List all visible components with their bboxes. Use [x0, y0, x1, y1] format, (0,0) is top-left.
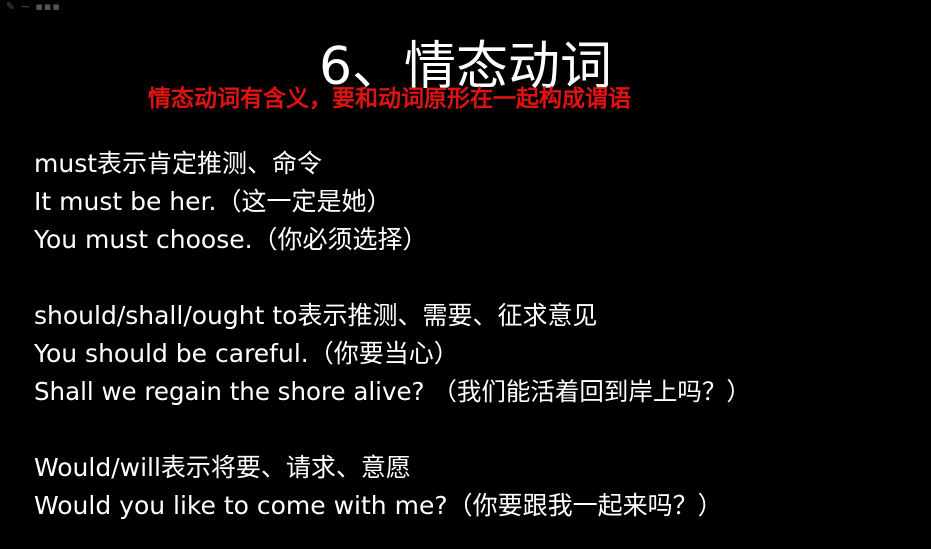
content-body: must表示肯定推测、命令 It must be her.（这一定是她） You…: [34, 145, 924, 525]
section-heading: must表示肯定推测、命令: [34, 149, 323, 178]
section-should-shall: should/shall/ought to表示推测、需要、征求意见 You sh…: [34, 297, 924, 411]
section-heading: should/shall/ought to表示推测、需要、征求意见: [34, 301, 598, 330]
section-must: must表示肯定推测、命令 It must be her.（这一定是她） You…: [34, 145, 924, 259]
example-sentence: Shall we regain the shore alive? （我们能活着回…: [34, 377, 751, 406]
example-sentence: You must choose.（你必须选择）: [34, 225, 428, 254]
example-sentence: It must be her.（这一定是她）: [34, 187, 392, 216]
example-sentence: You should be careful.（你要当心）: [34, 339, 459, 368]
section-heading: Would/will表示将要、请求、意愿: [34, 453, 411, 482]
example-sentence: Would you like to come with me?（你要跟我一起来吗…: [34, 491, 723, 520]
watermark-logo: ✎ ~ ▪▪▪: [6, 0, 61, 13]
page-subtitle: 情态动词有含义，要和动词原形在一起构成谓语: [148, 86, 631, 112]
section-would-will: Would/will表示将要、请求、意愿 Would you like to c…: [34, 449, 924, 525]
